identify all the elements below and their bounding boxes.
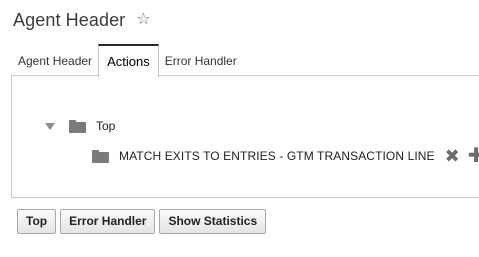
button-bar: Top Error Handler Show Statistics: [17, 209, 267, 234]
tree-node-label[interactable]: Top: [96, 119, 115, 133]
actions-panel: Top MATCH EXITS TO ENTRIES - GTM TRANSAC…: [11, 75, 479, 198]
tree-node-top[interactable]: Top: [45, 117, 115, 135]
header: Agent Header ☆: [13, 8, 151, 32]
remove-icon[interactable]: ✖: [445, 147, 460, 165]
tab-actions[interactable]: Actions: [98, 44, 159, 77]
show-statistics-button[interactable]: Show Statistics: [159, 209, 267, 234]
folder-icon: [69, 119, 86, 133]
page-title: Agent Header: [13, 9, 126, 30]
error-handler-button[interactable]: Error Handler: [60, 209, 156, 234]
tab-agent-header[interactable]: Agent Header: [12, 46, 98, 76]
tree-node-label[interactable]: MATCH EXITS TO ENTRIES - GTM TRANSACTION…: [119, 149, 435, 163]
tab-error-handler[interactable]: Error Handler: [159, 46, 243, 76]
favorite-star-icon[interactable]: ☆: [136, 12, 150, 28]
add-icon[interactable]: ✚: [468, 146, 479, 166]
tree-node-action[interactable]: MATCH EXITS TO ENTRIES - GTM TRANSACTION…: [92, 146, 479, 166]
tab-bar: Agent Header Actions Error Handler: [12, 43, 243, 77]
collapse-triangle-icon[interactable]: [45, 122, 55, 130]
top-button[interactable]: Top: [17, 209, 57, 234]
folder-icon: [92, 149, 109, 163]
